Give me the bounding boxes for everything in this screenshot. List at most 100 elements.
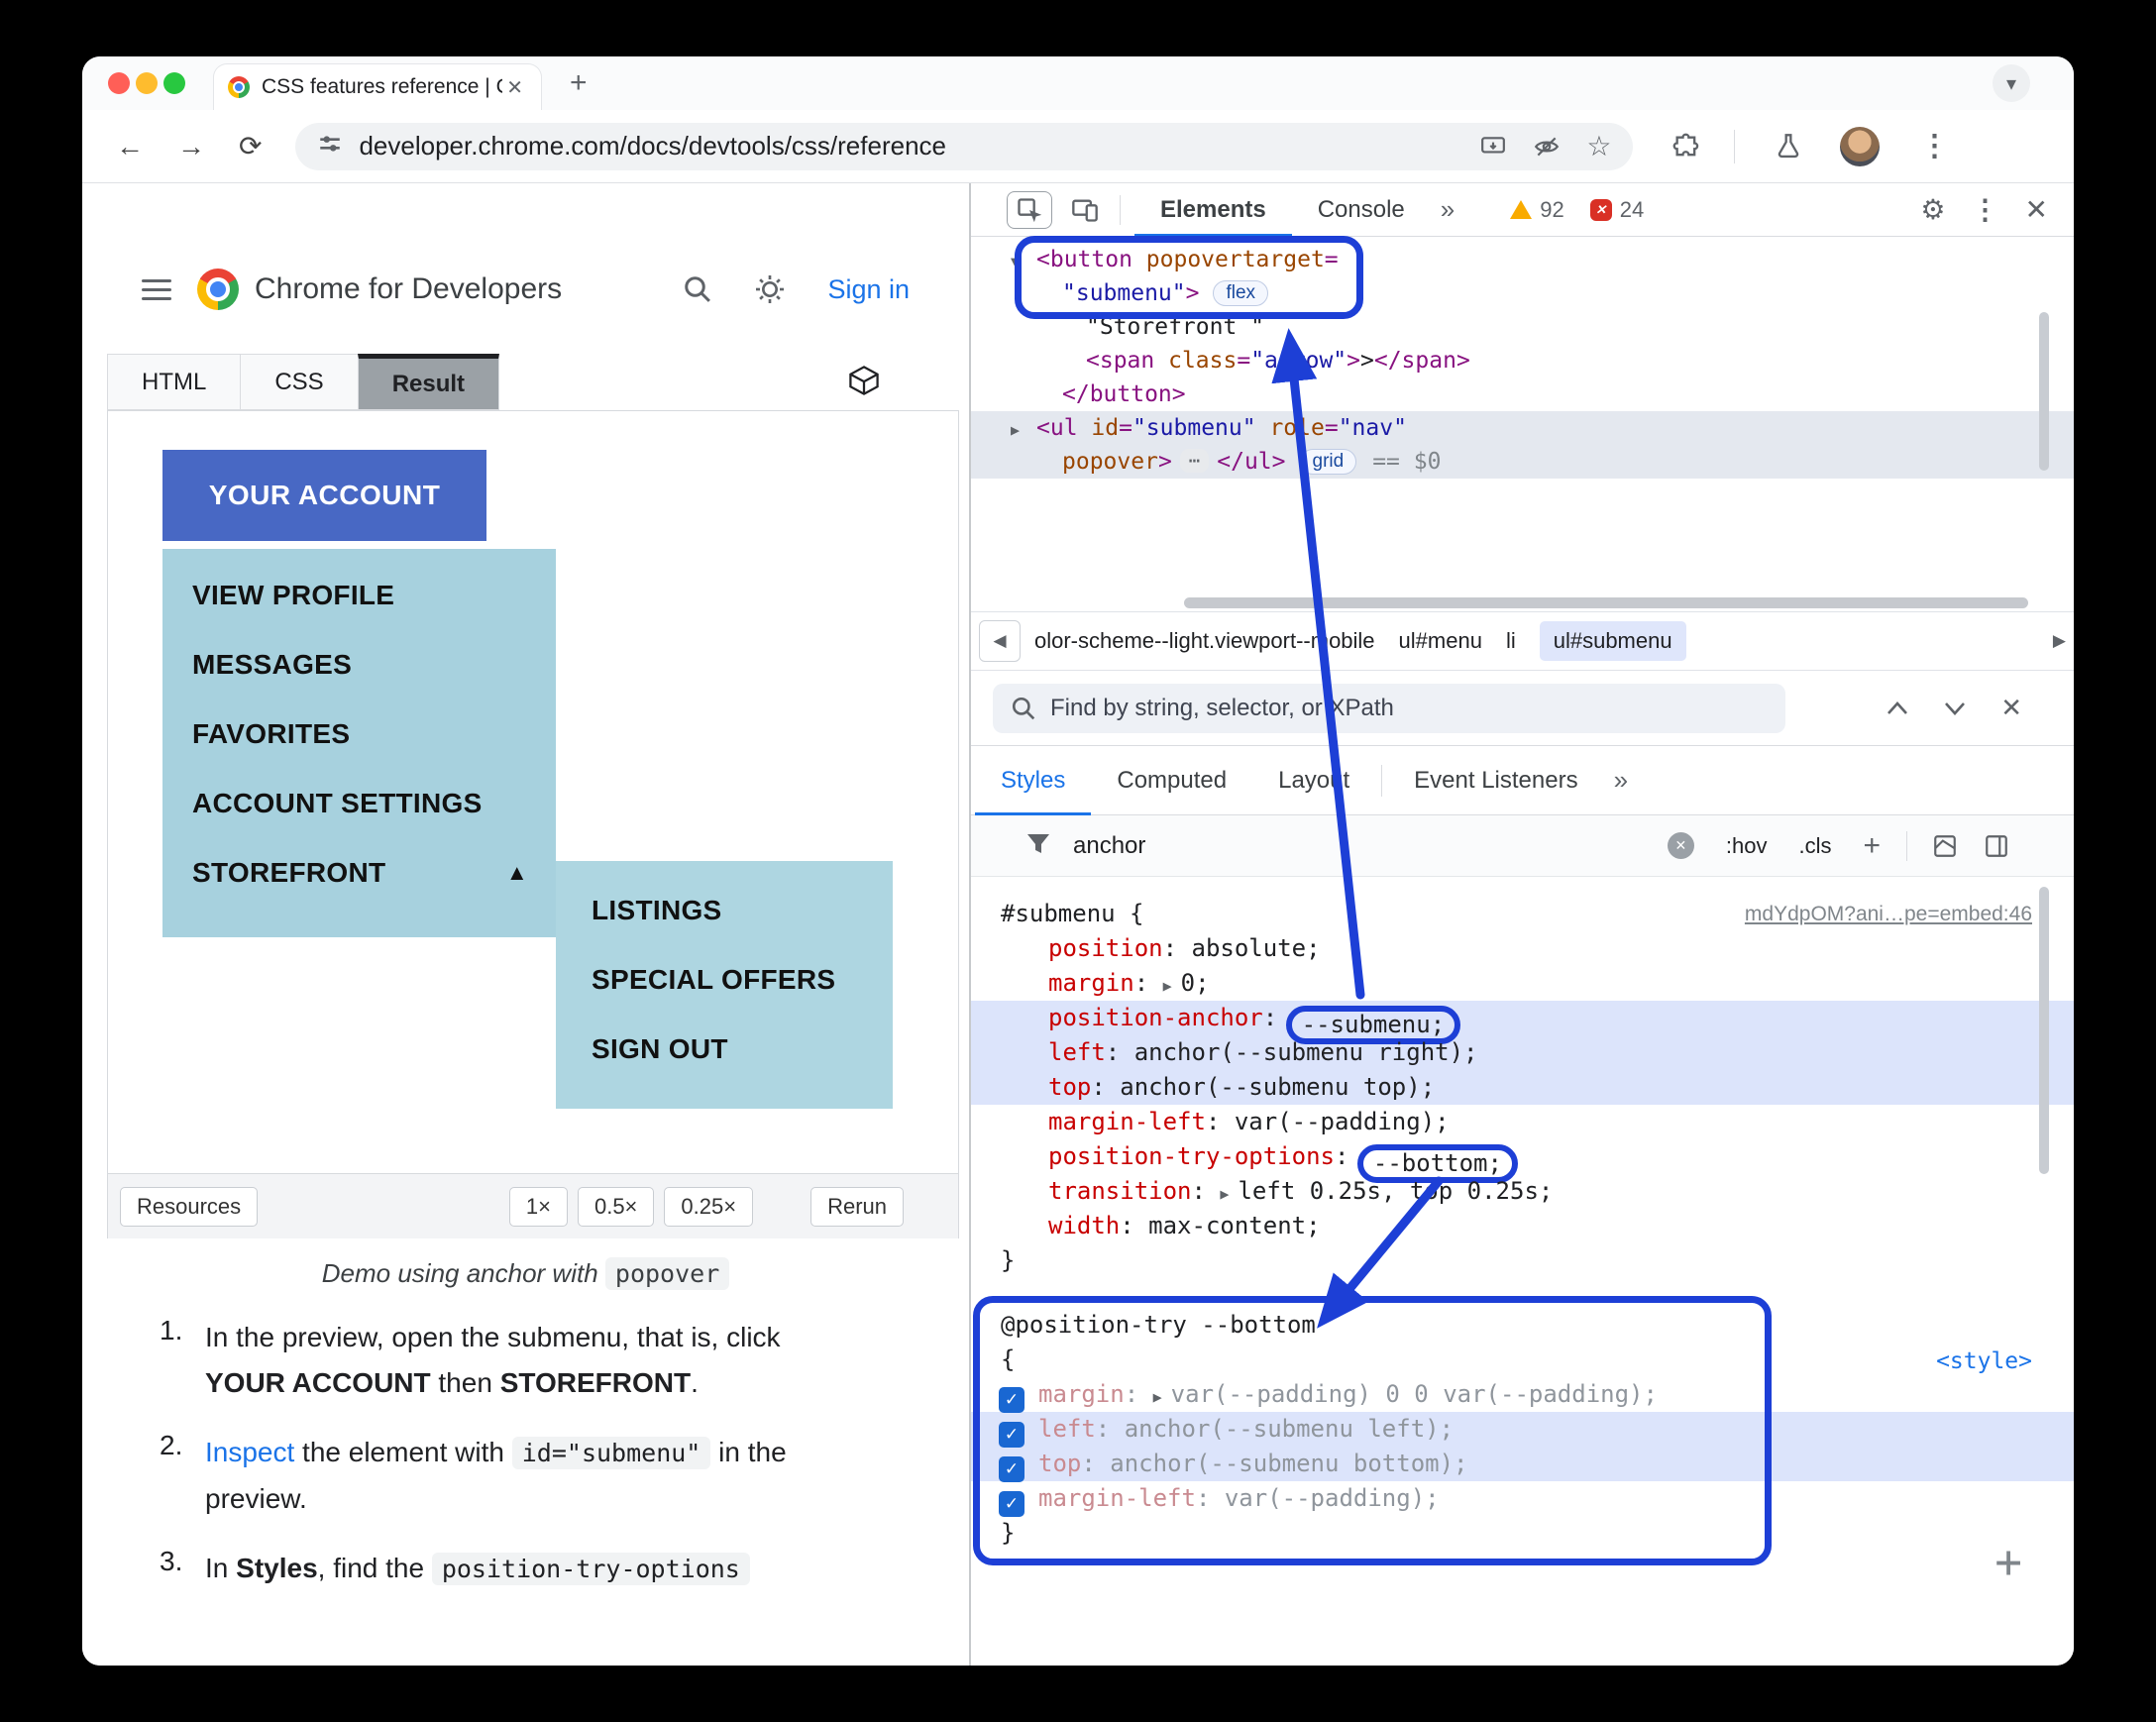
disclosure-arrow-icon[interactable]: ▶ — [1011, 413, 1036, 447]
devtools-settings-gear-icon[interactable]: ⚙ — [1920, 193, 1945, 226]
sign-in-link[interactable]: Sign in — [827, 274, 910, 305]
url-bar[interactable]: developer.chrome.com/docs/devtools/css/r… — [295, 122, 1634, 170]
find-next-chevron-icon[interactable] — [1943, 699, 1967, 718]
eye-off-icon[interactable] — [1533, 134, 1561, 160]
theme-sun-icon[interactable] — [754, 273, 786, 305]
browser-menu-kebab-icon[interactable]: ⋮ — [1919, 129, 1949, 163]
devtools-menu-kebab-icon[interactable]: ⋮ — [1972, 193, 1999, 226]
style-declaration[interactable]: ✓ top: anchor(--submenu bottom); — [971, 1447, 2074, 1482]
inspect-element-icon[interactable] — [1007, 190, 1052, 229]
new-style-rule-button[interactable]: + — [1863, 829, 1881, 863]
breadcrumb-item[interactable]: ul#submenu — [1539, 621, 1686, 661]
style-declaration[interactable]: position-anchor: --submenu; — [971, 1001, 2074, 1044]
errors-badge[interactable]: ✕ 24 — [1589, 197, 1644, 223]
codepen-icon[interactable] — [846, 364, 882, 402]
minimize-window-button[interactable] — [136, 72, 158, 94]
find-previous-chevron-icon[interactable] — [1886, 699, 1909, 718]
menu-item[interactable]: MESSAGES — [162, 630, 556, 700]
expand-arrow-icon[interactable]: ▶ — [1220, 1185, 1238, 1203]
bookmark-star-icon[interactable]: ☆ — [1586, 130, 1611, 162]
device-toolbar-icon[interactable] — [1070, 196, 1100, 224]
breadcrumb-item[interactable]: li — [1506, 628, 1516, 654]
reload-button[interactable]: ⟳ — [239, 130, 262, 162]
submenu-item[interactable]: LISTINGS — [556, 876, 893, 945]
submenu-item[interactable]: SPECIAL OFFERS — [556, 945, 893, 1015]
menu-item[interactable]: ACCOUNT SETTINGS — [162, 769, 556, 838]
expand-arrow-icon[interactable]: ▶ — [1163, 977, 1181, 995]
text-segment[interactable]: Inspect — [205, 1437, 294, 1467]
rerun-button[interactable]: Rerun — [810, 1186, 904, 1227]
forward-button[interactable]: → — [177, 131, 205, 162]
toggle-hover-button[interactable]: :hov — [1726, 833, 1768, 859]
expand-ellipsis-button[interactable]: ⋯ — [1179, 449, 1210, 473]
checkbox[interactable]: ✓ — [999, 1455, 1024, 1482]
style-declaration[interactable]: width: max-content; — [971, 1209, 2074, 1243]
search-icon[interactable] — [683, 274, 712, 304]
clear-filter-icon[interactable]: ✕ — [1667, 832, 1694, 859]
stylesheet-source-link[interactable]: mdYdpOM?ani…pe=embed:46 — [1745, 903, 2032, 926]
style-declaration[interactable]: margin-left: var(--padding); — [971, 1105, 2074, 1139]
screencast-icon[interactable] — [1479, 134, 1507, 160]
menu-item[interactable]: VIEW PROFILE — [162, 561, 556, 630]
style-tag-source-link[interactable]: <style> — [1936, 1348, 2032, 1374]
more-tabs-chevron-icon[interactable]: » — [1441, 194, 1455, 225]
code-tab-html[interactable]: HTML — [107, 354, 242, 410]
checkbox[interactable]: ✓ — [999, 1421, 1024, 1448]
tree-line[interactable]: "submenu"> flex — [971, 276, 2074, 310]
style-declaration[interactable]: transition: ▶ left 0.25s, top 0.25s; — [971, 1174, 2074, 1209]
tree-line[interactable]: ▶ <ul id="submenu" role="nav" — [971, 411, 2074, 445]
more-sidebar-tabs-chevron-icon[interactable]: » — [1614, 765, 1628, 796]
tab-styles[interactable]: Styles — [975, 746, 1091, 815]
tree-line[interactable]: </button> — [971, 377, 2074, 411]
scale-button[interactable]: 0.5× — [577, 1186, 655, 1227]
warnings-badge[interactable]: 92 — [1510, 197, 1564, 223]
disclosure-arrow-icon[interactable]: ▼ — [1011, 245, 1036, 278]
site-brand[interactable]: Chrome for Developers — [255, 272, 562, 306]
find-close-icon[interactable]: ✕ — [2000, 693, 2022, 723]
tab-event-listeners[interactable]: Event Listeners — [1388, 746, 1603, 815]
back-button[interactable]: ← — [116, 131, 144, 162]
style-declaration[interactable]: position-try-options: --bottom; — [971, 1139, 2074, 1183]
tree-line[interactable]: "Storefront " — [971, 310, 2074, 344]
layout-badge[interactable]: grid — [1299, 449, 1357, 475]
breadcrumb-item[interactable]: ul#menu — [1399, 628, 1482, 654]
tab-computed[interactable]: Computed — [1091, 746, 1252, 815]
tab-layout[interactable]: Layout — [1252, 746, 1375, 815]
scale-button[interactable]: 1× — [508, 1186, 568, 1227]
horizontal-scrollbar[interactable] — [1184, 597, 2028, 608]
tree-line[interactable]: popover> ⋯ </ul> grid == $0 — [971, 445, 2074, 479]
breadcrumb-scroll-right-icon[interactable]: ▶ — [2053, 631, 2066, 651]
close-window-button[interactable] — [108, 72, 130, 94]
flask-icon[interactable] — [1775, 133, 1802, 161]
style-declaration[interactable]: ✓ margin-left: var(--padding); — [971, 1481, 2074, 1517]
tree-line[interactable]: <span class="arrow">></span> — [971, 344, 2074, 377]
url-text[interactable]: developer.chrome.com/docs/devtools/css/r… — [359, 131, 1454, 161]
code-tab-result[interactable]: Result — [357, 354, 500, 410]
toggle-class-button[interactable]: .cls — [1798, 833, 1831, 859]
new-rule-plus-button[interactable]: + — [1994, 1535, 2022, 1588]
expand-arrow-icon[interactable]: ▶ — [1153, 1388, 1171, 1406]
new-tab-button[interactable]: + — [570, 66, 588, 100]
checkbox[interactable]: ✓ — [999, 1490, 1024, 1517]
hamburger-menu-icon[interactable] — [142, 273, 171, 306]
tab-console[interactable]: Console — [1292, 183, 1431, 237]
extensions-puzzle-icon[interactable] — [1672, 133, 1700, 161]
your-account-button[interactable]: YOUR ACCOUNT — [162, 450, 486, 541]
site-settings-icon[interactable] — [317, 131, 343, 161]
style-declaration[interactable]: left: anchor(--submenu right); — [971, 1035, 2074, 1070]
tree-scrollbar[interactable] — [2039, 312, 2049, 471]
menu-item[interactable]: STOREFRONT ▲ — [162, 838, 556, 908]
style-declaration[interactable]: position: absolute; — [971, 931, 2074, 966]
scale-button[interactable]: 0.25× — [664, 1186, 754, 1227]
style-declaration[interactable]: ✓ margin: ▶ var(--padding) 0 0 var(--padd… — [971, 1377, 2074, 1413]
rule-selector[interactable]: #submenu — [1001, 900, 1116, 927]
sidebar-panel-icon[interactable] — [1983, 833, 2010, 859]
style-declaration[interactable]: top: anchor(--submenu top); — [971, 1070, 2074, 1105]
breadcrumb-item[interactable]: olor-scheme--light.viewport--mobile — [1034, 628, 1375, 654]
find-input[interactable]: Find by string, selector, or XPath — [993, 683, 1785, 733]
profile-avatar[interactable] — [1840, 126, 1881, 166]
styles-scrollbar[interactable] — [2039, 887, 2049, 1174]
rendering-emulation-icon[interactable] — [1931, 833, 1959, 859]
breadcrumb-scroll-left-icon[interactable]: ◀ — [979, 620, 1021, 662]
layout-badge[interactable]: flex — [1213, 280, 1269, 306]
